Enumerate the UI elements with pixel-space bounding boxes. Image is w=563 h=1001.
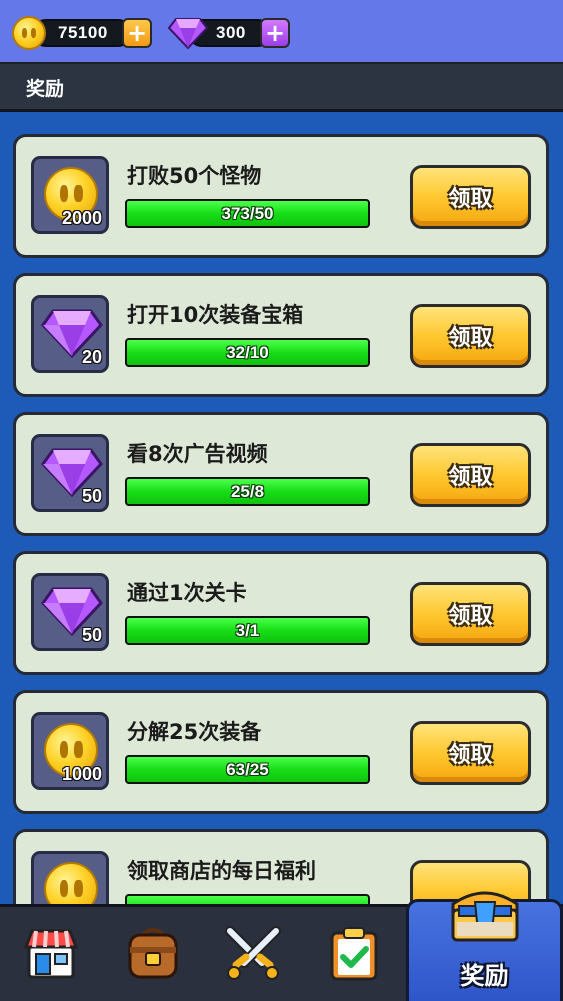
task-title: 看8次广告视频 [127,442,268,466]
gem-amount: 300 [216,23,246,42]
progress-text: 373/50 [221,204,274,223]
task-progress-bar: 63/25 [125,755,370,784]
reward-amount: 2000 [61,208,102,228]
nav-rewards[interactable]: 奖励 [406,891,563,1001]
task-title: 分解25次装备 [127,720,262,744]
add-coins-button[interactable]: + [122,18,152,48]
task-card: 2000 打败50个怪物 373/50 领取 [13,134,549,258]
claim-button[interactable]: 领取 [410,165,531,229]
reward-amount: 50 [81,486,102,506]
progress-text: 32/10 [226,343,269,362]
task-progress-bar: 32/10 [125,338,370,367]
task-title: 打败50个怪物 [127,164,262,188]
claim-button[interactable]: 领取 [410,443,531,507]
coin-amount: 75100 [58,23,108,42]
bottom-nav: 奖励 [0,891,563,1001]
task-card: 50 看8次广告视频 25/8 领取 [13,412,549,536]
gem-icon [168,17,208,49]
nav-rewards-label: 奖励 [460,962,509,990]
nav-inventory[interactable] [124,925,184,985]
task-card: 20 打开10次装备宝箱 32/10 领取 [13,273,549,397]
add-gems-button[interactable]: + [260,18,290,48]
progress-text: 63/25 [226,760,269,779]
gem-counter: 300 + [168,16,292,50]
coin-icon [12,16,46,50]
treasure-chest-icon [451,891,519,942]
shop-icon [23,929,79,979]
task-card: 50 通过1次关卡 3/1 领取 [13,551,549,675]
nav-quests[interactable] [328,925,388,985]
claim-button[interactable]: 领取 [410,582,531,646]
task-title: 通过1次关卡 [127,581,247,605]
task-progress-bar: 25/8 [125,477,370,506]
nav-battle[interactable] [222,925,282,985]
clipboard-check-icon [330,927,378,981]
backpack-icon [128,928,178,979]
reward-amount: 50 [81,625,102,645]
page-header: 奖励 [0,62,563,112]
crossed-swords-icon [225,926,281,980]
reward-icon-box [31,851,109,905]
page-title: 奖励 [26,78,65,100]
task-title: 领取商店的每日福利 [127,859,316,883]
task-card: 1000 分解25次装备 63/25 领取 [13,690,549,814]
reward-icon-box: 20 [31,295,109,373]
task-progress-bar: 373/50 [125,199,370,228]
top-currency-bar: 75100 + 300 + [0,0,563,62]
task-title: 打开10次装备宝箱 [127,303,304,327]
progress-text: 3/1 [235,621,260,640]
reward-amount: 20 [81,347,102,367]
reward-amount: 1000 [61,764,102,784]
coin-icon [44,862,98,905]
coin-counter: 75100 + [12,16,154,50]
task-list[interactable]: 2000 打败50个怪物 373/50 领取 20 打开10次装备宝箱 32/10 领取 50 看… [0,112,563,905]
progress-text: 25/8 [230,482,265,501]
claim-button[interactable]: 领取 [410,304,531,368]
nav-shop[interactable] [22,925,82,985]
reward-icon-box: 50 [31,573,109,651]
claim-button[interactable]: 领取 [410,721,531,785]
reward-icon-box: 1000 [31,712,109,790]
reward-icon-box: 50 [31,434,109,512]
reward-icon-box: 2000 [31,156,109,234]
task-progress-bar: 3/1 [125,616,370,645]
